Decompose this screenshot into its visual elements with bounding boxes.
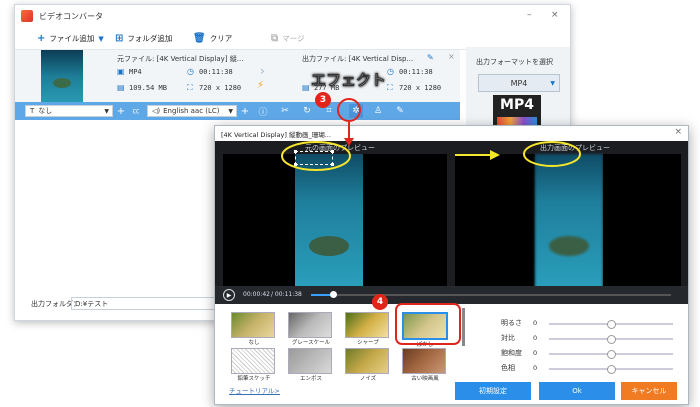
blur-filter-highlight bbox=[395, 303, 461, 345]
step3-badge: 3 bbox=[315, 92, 331, 108]
step4-badge: 4 bbox=[372, 294, 388, 310]
effect-callout-label: エフェクト bbox=[311, 71, 387, 90]
original-region-highlight bbox=[281, 141, 351, 171]
step3-arrow-head bbox=[344, 138, 354, 146]
yellow-arrow-head bbox=[490, 150, 500, 160]
effect-icon-highlight-circle bbox=[337, 98, 361, 122]
output-region-highlight bbox=[523, 141, 581, 167]
annotation-layer bbox=[281, 98, 581, 345]
